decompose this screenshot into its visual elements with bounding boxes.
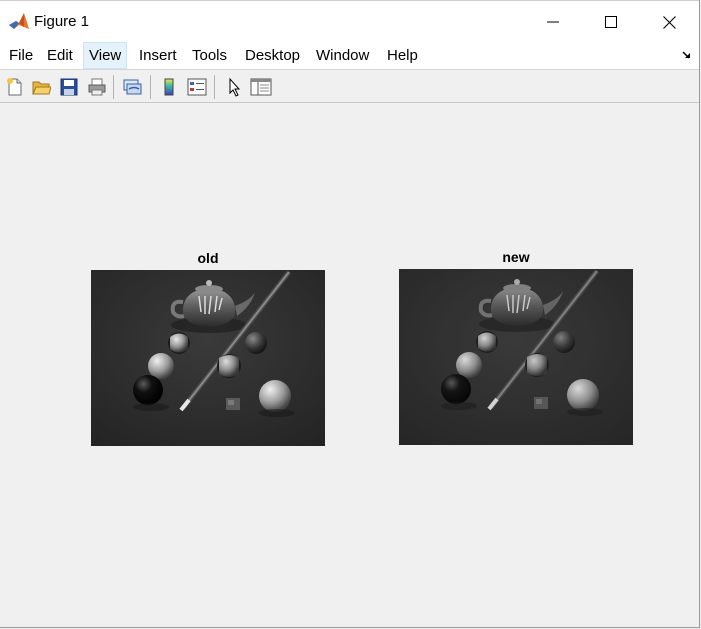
open-file-button[interactable]: [29, 75, 53, 99]
menu-desktop[interactable]: Desktop: [240, 42, 305, 69]
close-button[interactable]: [640, 1, 698, 43]
new-figure-button[interactable]: [3, 75, 27, 99]
window-title: Figure 1: [34, 13, 90, 30]
legend-icon: [187, 78, 207, 96]
cursor-arrow-icon: [229, 77, 241, 97]
insert-colorbar-button[interactable]: [157, 75, 181, 99]
toolbar-separator: [150, 75, 151, 99]
image-old[interactable]: [91, 270, 325, 446]
minimize-icon: [547, 21, 559, 23]
menu-file[interactable]: File: [4, 42, 38, 69]
new-file-icon: [7, 78, 22, 96]
close-icon: [662, 15, 676, 29]
axes-title-new: new: [502, 249, 530, 265]
dock-arrow-icon[interactable]: [681, 48, 693, 60]
maximize-icon: [605, 16, 617, 28]
menu-view[interactable]: View: [83, 42, 128, 69]
figure-window: Figure 1 File Edit View Insert Tools Des…: [0, 0, 700, 628]
image-new[interactable]: [399, 269, 633, 445]
menu-insert[interactable]: Insert: [134, 42, 182, 69]
menu-help[interactable]: Help: [382, 42, 423, 69]
menu-tools[interactable]: Tools: [187, 42, 232, 69]
maximize-button[interactable]: [582, 1, 640, 43]
insert-legend-button[interactable]: [185, 75, 209, 99]
print-icon: [88, 78, 106, 96]
toolbar-separator: [214, 75, 215, 99]
colorbar-icon: [164, 78, 174, 96]
menu-bar: File Edit View Insert Tools Desktop Wind…: [0, 42, 699, 70]
open-folder-icon: [32, 81, 51, 95]
edit-plot-button[interactable]: [222, 75, 246, 99]
property-inspector-button[interactable]: [249, 75, 273, 99]
print-figure-button[interactable]: [85, 75, 109, 99]
save-icon: [60, 78, 78, 96]
figure-toolbar: [0, 71, 699, 103]
menu-edit[interactable]: Edit: [42, 42, 78, 69]
menu-window[interactable]: Window: [311, 42, 374, 69]
toolbar-separator: [113, 75, 114, 99]
matlab-icon: [8, 11, 30, 33]
save-figure-button[interactable]: [57, 75, 81, 99]
axes-title-old: old: [197, 250, 219, 266]
property-inspector-icon: [250, 78, 272, 96]
minimize-button[interactable]: [524, 1, 582, 43]
link-plot-button[interactable]: [120, 75, 144, 99]
figure-canvas[interactable]: old new: [0, 104, 699, 627]
link-plot-icon: [123, 79, 142, 95]
title-bar[interactable]: Figure 1: [0, 0, 699, 42]
